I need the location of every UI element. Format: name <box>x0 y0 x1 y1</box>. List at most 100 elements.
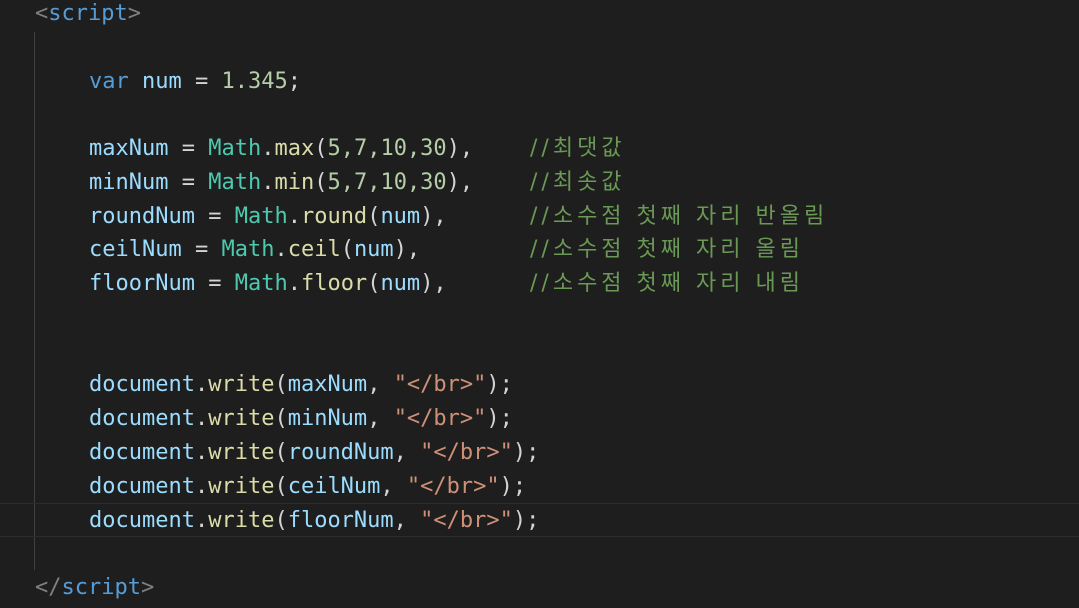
variable-name: minNum <box>89 170 169 195</box>
operator: = <box>194 271 235 296</box>
function-name: write <box>208 474 275 499</box>
paren: ( <box>340 237 354 262</box>
paren: ), <box>446 136 474 161</box>
paren: ), <box>393 237 421 262</box>
arguments: num <box>353 237 394 262</box>
variable-name: maxNum <box>89 136 169 161</box>
separator: , <box>367 372 394 397</box>
dot: . <box>261 170 275 195</box>
function-name: min <box>274 170 315 195</box>
string-literal: "</br>" <box>420 440 513 465</box>
code-line-assignment[interactable]: ceilNum = Math.ceil(num), //소수점 첫째 자리 올림 <box>0 233 1079 267</box>
dot: . <box>194 372 209 397</box>
argument-name: floorNum <box>287 508 394 533</box>
paren: ( <box>274 440 288 465</box>
object-name: document <box>89 440 195 465</box>
variable-name: num <box>142 69 182 94</box>
function-name: write <box>208 508 275 533</box>
dot: . <box>194 440 209 465</box>
paren: ), <box>420 204 447 229</box>
arguments: num <box>380 271 421 296</box>
code-comment: //소수점 첫째 자리 내림 <box>530 271 804 296</box>
paren: ( <box>367 204 381 229</box>
paren: ( <box>274 508 288 533</box>
tag-bracket: </ <box>35 575 62 600</box>
paren: ); <box>486 406 513 431</box>
class-name: Math <box>234 271 288 296</box>
separator: , <box>393 440 421 465</box>
code-line-write-current[interactable]: document.write(floorNum, "</br>"); <box>0 503 1079 537</box>
operator: = <box>181 69 222 94</box>
string-literal: "</br>" <box>393 372 487 397</box>
tag-bracket: > <box>140 575 155 600</box>
variable-name: ceilNum <box>89 237 182 262</box>
argument-name: minNum <box>287 406 368 431</box>
number-literal: 1.345 <box>221 69 288 94</box>
argument-name: roundNum <box>287 440 394 465</box>
class-name: Math <box>234 204 288 229</box>
variable-name: roundNum <box>89 204 195 229</box>
code-line-close-tag[interactable]: </script> <box>0 571 1079 605</box>
dot: . <box>274 237 288 262</box>
code-line-write[interactable]: document.write(minNum, "</br>"); <box>0 402 1079 436</box>
class-name: Math <box>221 237 275 262</box>
code-line-assignment[interactable]: minNum = Math.min(5,7,10,30), //최솟값 <box>0 166 1079 200</box>
dot: . <box>194 406 209 431</box>
dot: . <box>287 271 301 296</box>
paren: ); <box>499 474 527 499</box>
variable-name: floorNum <box>89 271 195 296</box>
arguments: 5,7,10,30 <box>327 170 447 195</box>
string-literal: "</br>" <box>406 474 500 499</box>
paren: ( <box>274 474 288 499</box>
separator: , <box>393 508 421 533</box>
dot: . <box>287 204 301 229</box>
function-name: write <box>208 372 275 397</box>
code-comment: //최댓값 <box>530 136 626 161</box>
code-comment: //소수점 첫째 자리 반올림 <box>530 204 829 229</box>
class-name: Math <box>208 170 262 195</box>
code-line-write[interactable]: document.write(ceilNum, "</br>"); <box>0 470 1079 504</box>
paren: ( <box>314 136 328 161</box>
code-line-open-tag[interactable]: <script> <box>0 0 1079 31</box>
function-name: round <box>300 204 368 229</box>
object-name: document <box>89 474 195 499</box>
function-name: ceil <box>287 237 341 262</box>
dot: . <box>261 136 275 161</box>
code-line-assignment[interactable]: floorNum = Math.floor(num), //소수점 첫째 자리 … <box>0 267 1079 301</box>
paren: ), <box>446 170 474 195</box>
argument-name: ceilNum <box>287 474 381 499</box>
function-name: write <box>208 440 275 465</box>
code-line-declaration[interactable]: var num = 1.345; <box>0 65 1079 99</box>
string-literal: "</br>" <box>420 508 513 533</box>
operator: = <box>168 136 209 161</box>
code-line-write[interactable]: document.write(roundNum, "</br>"); <box>0 436 1079 470</box>
tag-bracket: < <box>35 1 49 26</box>
paren: ); <box>512 440 540 465</box>
paren: ( <box>314 170 328 195</box>
code-comment: //소수점 첫째 자리 올림 <box>530 237 804 262</box>
paren: ); <box>486 372 513 397</box>
object-name: document <box>89 508 195 533</box>
arguments: num <box>380 204 421 229</box>
tag-name: script <box>61 575 141 600</box>
operator: = <box>181 237 222 262</box>
string-literal: "</br>" <box>393 406 487 431</box>
paren: ( <box>274 406 288 431</box>
operator: = <box>168 170 209 195</box>
code-editor[interactable]: <script> var num = 1.345; maxNum = Math.… <box>0 0 1079 608</box>
code-line-assignment[interactable]: roundNum = Math.round(num), //소수점 첫째 자리 … <box>0 200 1079 234</box>
paren: ( <box>274 372 288 397</box>
object-name: document <box>89 406 195 431</box>
class-name: Math <box>208 136 262 161</box>
separator: , <box>367 406 394 431</box>
function-name: floor <box>300 271 368 296</box>
code-line-write[interactable]: document.write(maxNum, "</br>"); <box>0 368 1079 402</box>
code-line-assignment[interactable]: maxNum = Math.max(5,7,10,30), //최댓값 <box>0 132 1079 166</box>
semicolon: ; <box>287 69 301 94</box>
operator: = <box>194 204 235 229</box>
argument-name: maxNum <box>287 372 368 397</box>
dot: . <box>194 508 209 533</box>
paren: ), <box>420 271 447 296</box>
paren: ( <box>367 271 381 296</box>
function-name: write <box>208 406 275 431</box>
